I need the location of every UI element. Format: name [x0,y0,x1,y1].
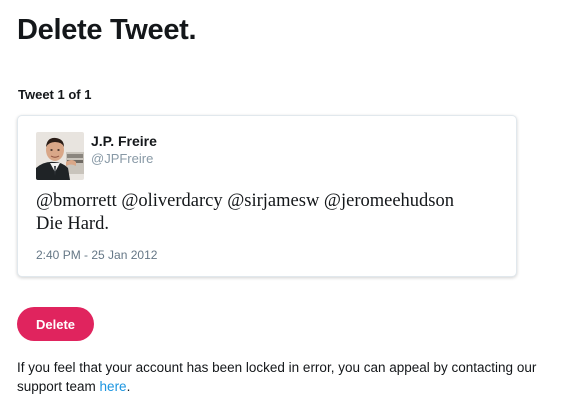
appeal-text: If you feel that your account has been l… [17,360,537,394]
appeal-message: If you feel that your account has been l… [17,358,573,396]
page-title: Delete Tweet. [17,14,197,46]
user-avatar-icon [36,132,84,180]
tweet-text-line: Die Hard. [36,214,109,234]
tweet-text-line: @bmorrett @oliverdarcy @sirjamesw @jerom… [36,191,454,211]
avatar[interactable] [36,132,84,180]
author-handle[interactable]: @JPFreire [91,151,153,166]
tweet-count: Tweet 1 of 1 [18,87,92,102]
delete-button[interactable]: Delete [17,307,94,341]
author-name[interactable]: J.P. Freire [91,133,157,149]
support-link[interactable]: here [100,379,127,394]
tweet-text: @bmorrett @oliverdarcy @sirjamesw @jerom… [36,190,506,236]
appeal-text-end: . [126,379,131,394]
tweet-timestamp: 2:40 PM - 25 Jan 2012 [36,248,158,262]
tweet-card: J.P. Freire @JPFreire @bmorrett @oliverd… [17,115,517,277]
